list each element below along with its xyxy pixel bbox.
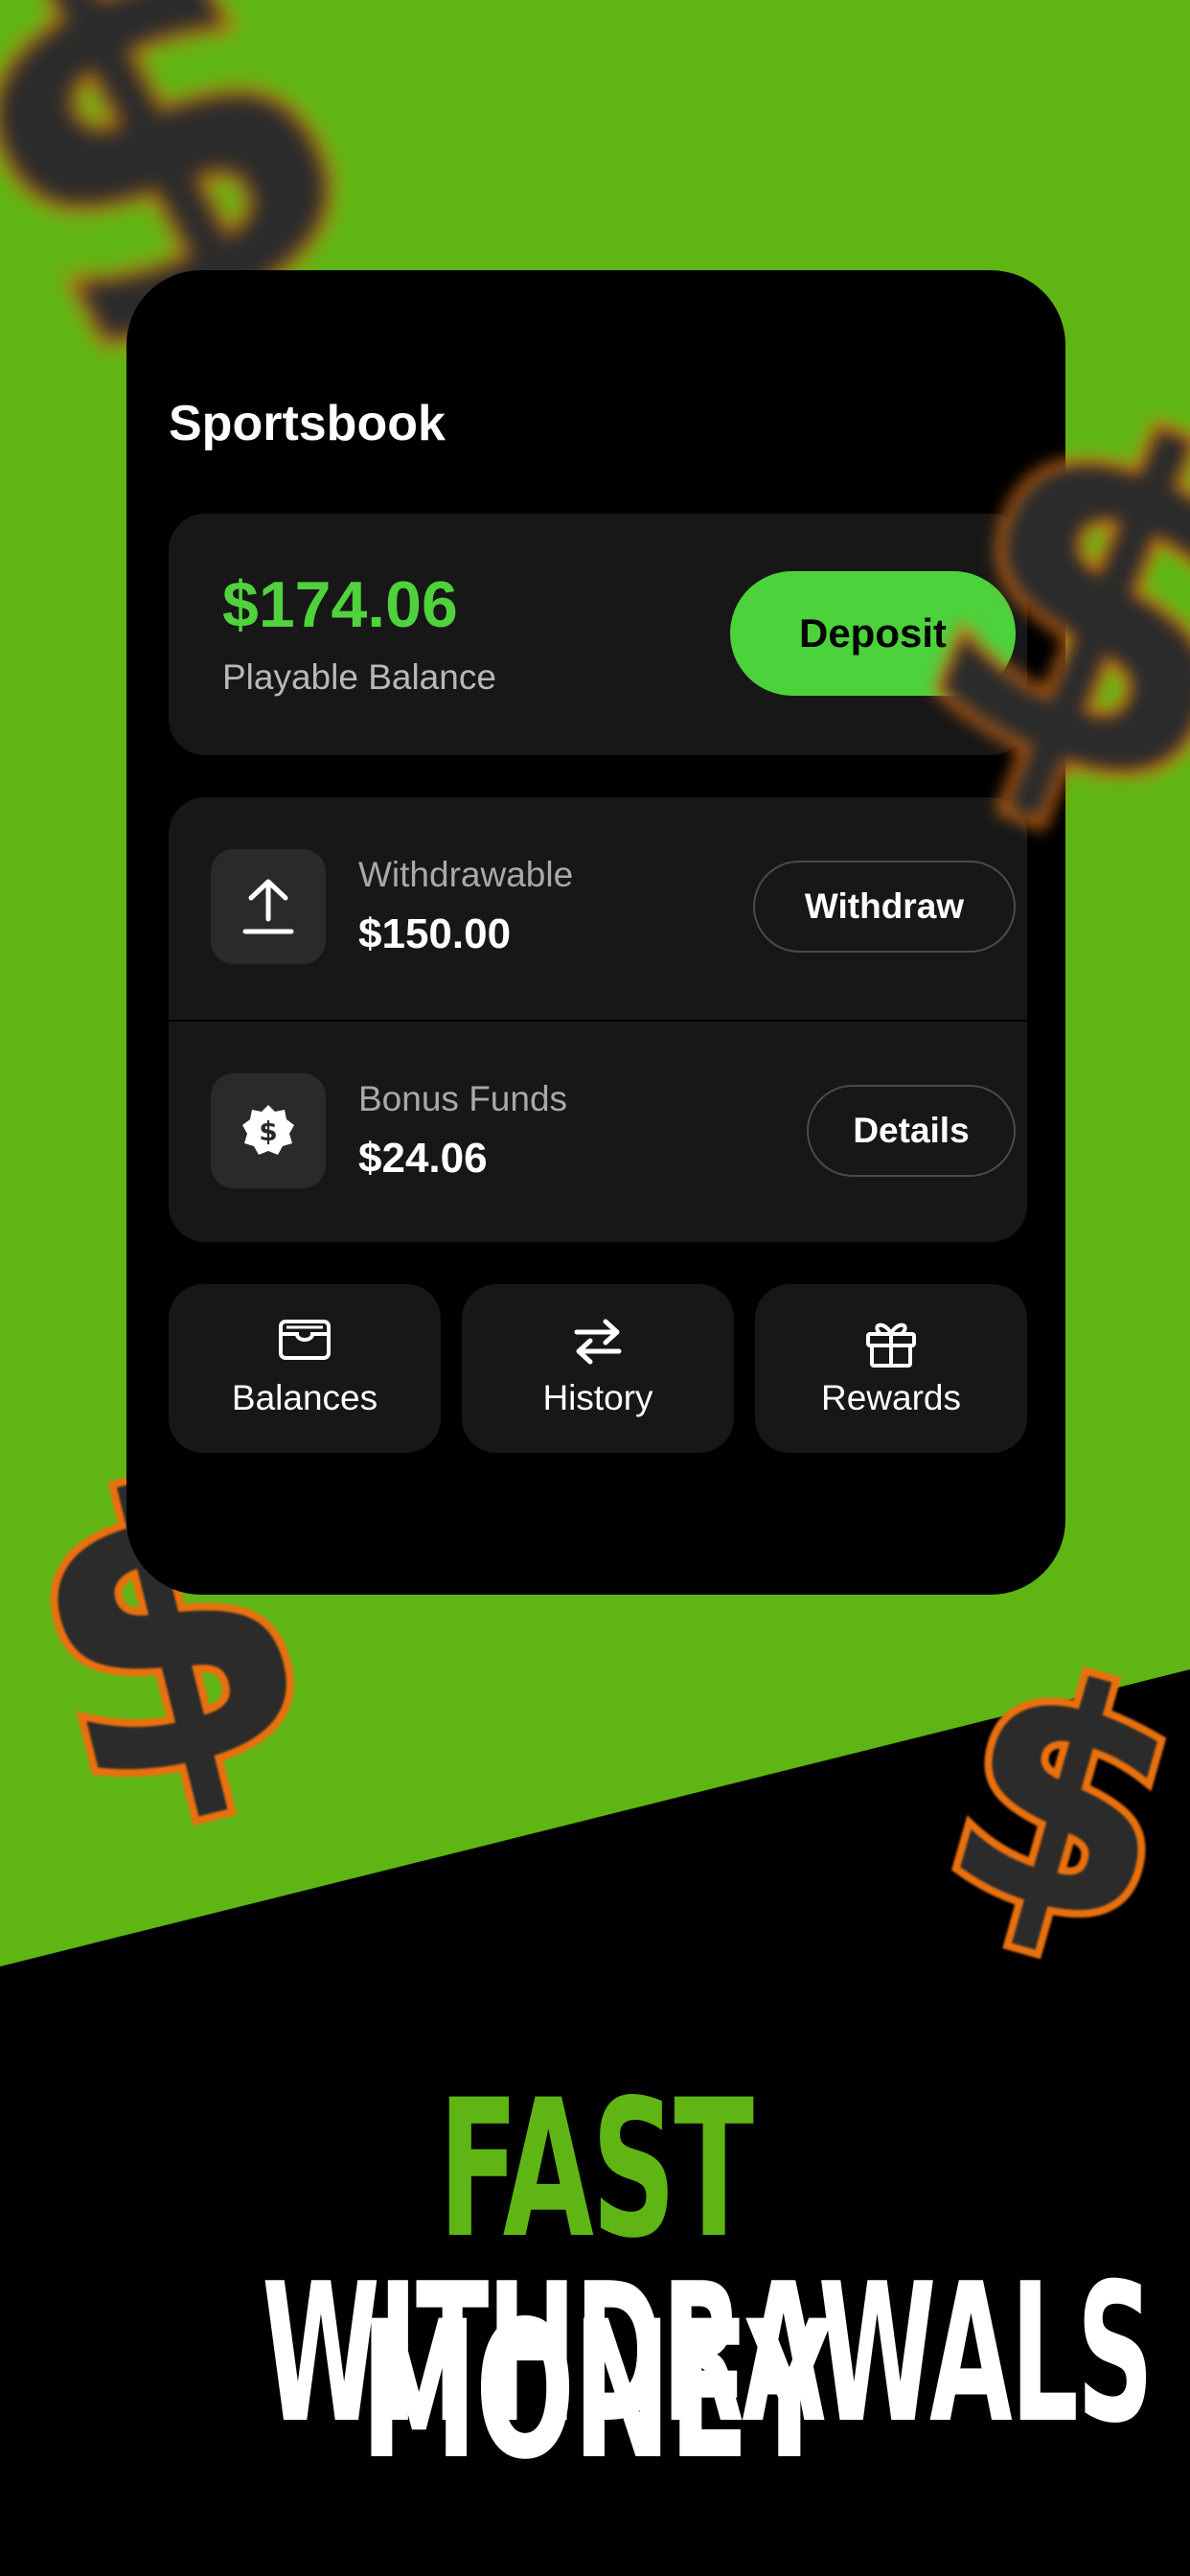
page-title: Sportsbook: [169, 396, 446, 451]
withdraw-button[interactable]: Withdraw: [753, 861, 1016, 953]
playable-balance-amount: $174.06: [222, 568, 458, 641]
bonus-funds-row: $ Bonus Funds $24.06 Details: [169, 1020, 1027, 1242]
bonus-badge-icon: $: [211, 1073, 326, 1188]
rewards-tile[interactable]: Rewards: [755, 1284, 1027, 1453]
details-button[interactable]: Details: [807, 1085, 1016, 1177]
withdrawable-label: Withdrawable: [358, 855, 574, 894]
bonus-funds-amount: $24.06: [358, 1135, 488, 1182]
history-label: History: [542, 1378, 653, 1417]
rewards-label: Rewards: [821, 1378, 961, 1417]
balances-label: Balances: [231, 1378, 378, 1417]
transfer-arrows-icon: [571, 1319, 625, 1368]
playable-balance-label: Playable Balance: [222, 657, 496, 697]
balances-tile[interactable]: Balances: [169, 1284, 441, 1453]
phone-screen: Sportsbook $174.06 Playable Balance Depo…: [126, 270, 1065, 1595]
upload-icon: [211, 849, 326, 964]
funds-card: Withdrawable $150.00 Withdraw $ Bonus Fu…: [169, 797, 1027, 1242]
withdrawable-row: Withdrawable $150.00 Withdraw: [169, 797, 1027, 1020]
history-tile[interactable]: History: [462, 1284, 734, 1453]
headline-line-2: WITHDRAWALS: [262, 2242, 1154, 2466]
bonus-funds-label: Bonus Funds: [358, 1079, 568, 1118]
svg-text:$: $: [259, 1116, 277, 1147]
wallet-icon: [278, 1319, 332, 1368]
withdrawable-amount: $150.00: [358, 910, 512, 957]
gift-icon: [864, 1319, 918, 1368]
